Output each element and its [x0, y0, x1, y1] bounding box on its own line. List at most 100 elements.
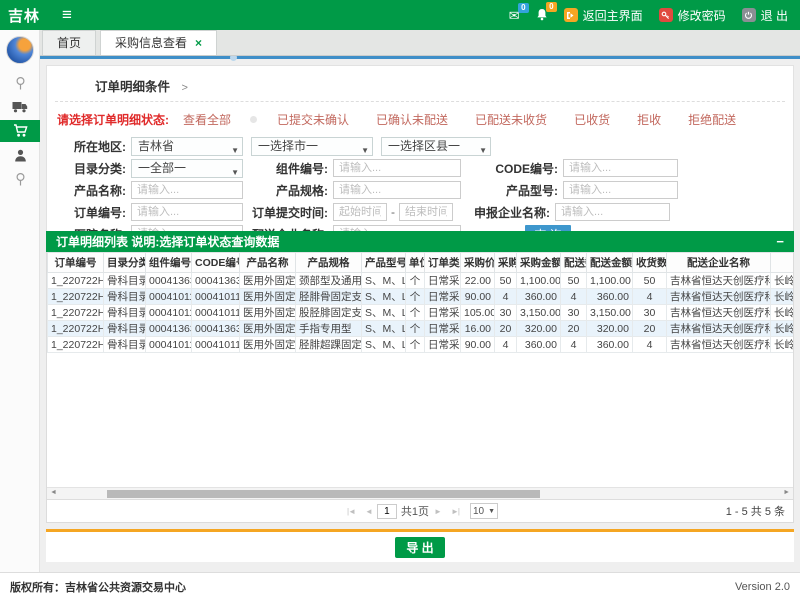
scrollbar-thumb[interactable]	[107, 490, 540, 498]
column-header[interactable]: 采购金额(元)	[517, 253, 561, 273]
table-row[interactable]: 1_220722H骨科目录0004101100041011001医用外固定支具股…	[48, 305, 794, 321]
table-cell: 360.00	[517, 289, 561, 305]
tab-purchase-info[interactable]: 采购信息查看×	[100, 30, 217, 55]
code-no-input[interactable]	[563, 159, 678, 177]
table-cell: 股胫腓固定支具	[296, 305, 362, 321]
table-cell: 个	[406, 305, 425, 321]
filter-panel-title[interactable]: 订单明细条件 >	[55, 72, 785, 101]
app-logo: 吉林	[0, 5, 50, 26]
sidebar-item-purchase-cart[interactable]	[0, 120, 40, 142]
table-cell: 20	[495, 321, 517, 337]
column-header[interactable]: CODE编号	[192, 253, 240, 273]
start-time-input[interactable]	[333, 203, 387, 221]
table-cell: 日常采购	[425, 289, 461, 305]
table-cell: 4	[633, 337, 667, 353]
sidebar-item-location-2[interactable]	[0, 168, 40, 190]
first-page-icon[interactable]: |◄	[347, 507, 355, 516]
last-page-icon[interactable]: ►|	[451, 507, 459, 516]
county-select[interactable]: 一选择区县一 ▼	[381, 137, 491, 156]
tab-close-icon[interactable]: ×	[195, 36, 202, 50]
table-cell: 1_220722H	[48, 305, 104, 321]
product-name-input[interactable]	[131, 181, 243, 199]
component-no-link[interactable]: 00041363	[146, 273, 192, 289]
topbar-actions: ✉ 0 0 返回主界面 修改密码	[509, 7, 800, 24]
messages-button[interactable]: ✉ 0	[509, 9, 520, 22]
logout-button[interactable]: 退 出	[742, 7, 788, 24]
column-header[interactable]: 订单编号	[48, 253, 104, 273]
status-option-submitted[interactable]: 已提交未确认	[277, 111, 349, 128]
table-row[interactable]: 1_220722H骨科目录0004136300041363000医用外固定夹板手…	[48, 321, 794, 337]
table-cell: 30	[633, 305, 667, 321]
table-cell: 3,150.00	[517, 305, 561, 321]
status-option-received[interactable]: 已收货	[574, 111, 610, 128]
table-cell: 30	[561, 305, 587, 321]
column-header[interactable]: 产品名称	[240, 253, 296, 273]
component-no-link[interactable]: 00041011	[146, 289, 192, 305]
column-header[interactable]: 产品型号	[362, 253, 406, 273]
status-option-rejected[interactable]: 拒收	[637, 111, 661, 128]
menu-toggle-icon[interactable]: ≡	[62, 5, 72, 25]
region-label: 所在地区:	[55, 138, 131, 155]
component-no-link[interactable]: 00041011	[146, 305, 192, 321]
order-table: 订单编号目录分类组件编号CODE编号产品名称产品规格产品型号单位订单类型采购价(…	[47, 252, 793, 353]
change-password-button[interactable]: 修改密码	[659, 7, 726, 24]
status-radio-dot[interactable]	[250, 116, 257, 123]
page-size-select[interactable]: 10 ▼	[470, 503, 498, 519]
order-no-input[interactable]	[131, 203, 243, 221]
end-time-input[interactable]	[399, 203, 453, 221]
city-select[interactable]: 一选择市一 ▼	[251, 137, 373, 156]
column-header[interactable]: 目录分类	[104, 253, 146, 273]
pin-icon	[14, 76, 27, 91]
catalog-select[interactable]: 一全部一 ▼	[131, 159, 243, 178]
export-button[interactable]: 导 出	[395, 537, 445, 558]
notifications-button[interactable]: 0	[536, 8, 548, 23]
province-select[interactable]: 吉林省 ▼	[131, 137, 243, 156]
divider	[55, 101, 785, 102]
sidebar-item-user[interactable]	[0, 144, 40, 166]
declare-company-input[interactable]	[555, 203, 670, 221]
product-spec-input[interactable]	[333, 181, 461, 199]
column-header[interactable]: 配送数量	[561, 253, 587, 273]
submit-time-label: 订单提交时间:	[243, 204, 333, 221]
scroll-left-icon[interactable]: ◄	[50, 489, 57, 496]
sidebar	[0, 30, 40, 572]
table-cell: 4	[561, 337, 587, 353]
column-header[interactable]: 单位	[406, 253, 425, 273]
column-header[interactable]: 采购价(元)	[461, 253, 495, 273]
tab-home[interactable]: 首页	[42, 30, 96, 55]
column-header[interactable]	[771, 253, 794, 273]
message-count-badge: 0	[518, 3, 528, 13]
collapse-icon[interactable]: −	[776, 234, 784, 249]
component-no-link[interactable]: 00041363	[146, 321, 192, 337]
sidebar-item-location-1[interactable]	[0, 72, 40, 94]
column-header[interactable]: 订单类型	[425, 253, 461, 273]
component-no-link[interactable]: 00041011	[146, 337, 192, 353]
next-page-icon[interactable]: ►	[434, 507, 441, 516]
table-cell: 长岭县	[771, 273, 794, 289]
component-no-input[interactable]	[333, 159, 461, 177]
status-option-delivered[interactable]: 已配送未收货	[475, 111, 547, 128]
sidebar-item-delivery[interactable]	[0, 96, 40, 118]
table-row[interactable]: 1_220722H骨科目录0004101100041011002医用外固定支具胫…	[48, 289, 794, 305]
tab-bar: 首页 采购信息查看×	[0, 30, 800, 56]
column-header[interactable]: 配送金额(元)	[587, 253, 633, 273]
status-option-confirmed[interactable]: 已确认未配送	[376, 111, 448, 128]
page-number-input[interactable]	[377, 504, 397, 519]
prev-page-icon[interactable]: ◄	[365, 507, 372, 516]
status-option-delivery-refused[interactable]: 拒绝配送	[688, 111, 736, 128]
product-model-input[interactable]	[563, 181, 678, 199]
column-header[interactable]: 配送企业名称	[667, 253, 771, 273]
column-header[interactable]: 产品规格	[296, 253, 362, 273]
table-row[interactable]: 1_220722H骨科目录0004136300041363001医用外固定夹板颈…	[48, 273, 794, 289]
declare-company-label: 申报企业名称:	[453, 204, 555, 221]
column-header[interactable]: 采购数量	[495, 253, 517, 273]
column-header[interactable]: 收货数量	[633, 253, 667, 273]
column-header[interactable]: 组件编号	[146, 253, 192, 273]
product-model-label: 产品型号:	[461, 182, 563, 199]
avatar[interactable]	[6, 36, 34, 64]
status-option-all[interactable]: 查看全部	[183, 111, 231, 128]
product-name-label: 产品名称:	[55, 182, 131, 199]
scroll-right-icon[interactable]: ►	[783, 489, 790, 496]
table-row[interactable]: 1_220722H骨科目录0004101100041011002医用外固定支具胫…	[48, 337, 794, 353]
return-home-button[interactable]: 返回主界面	[564, 7, 643, 24]
